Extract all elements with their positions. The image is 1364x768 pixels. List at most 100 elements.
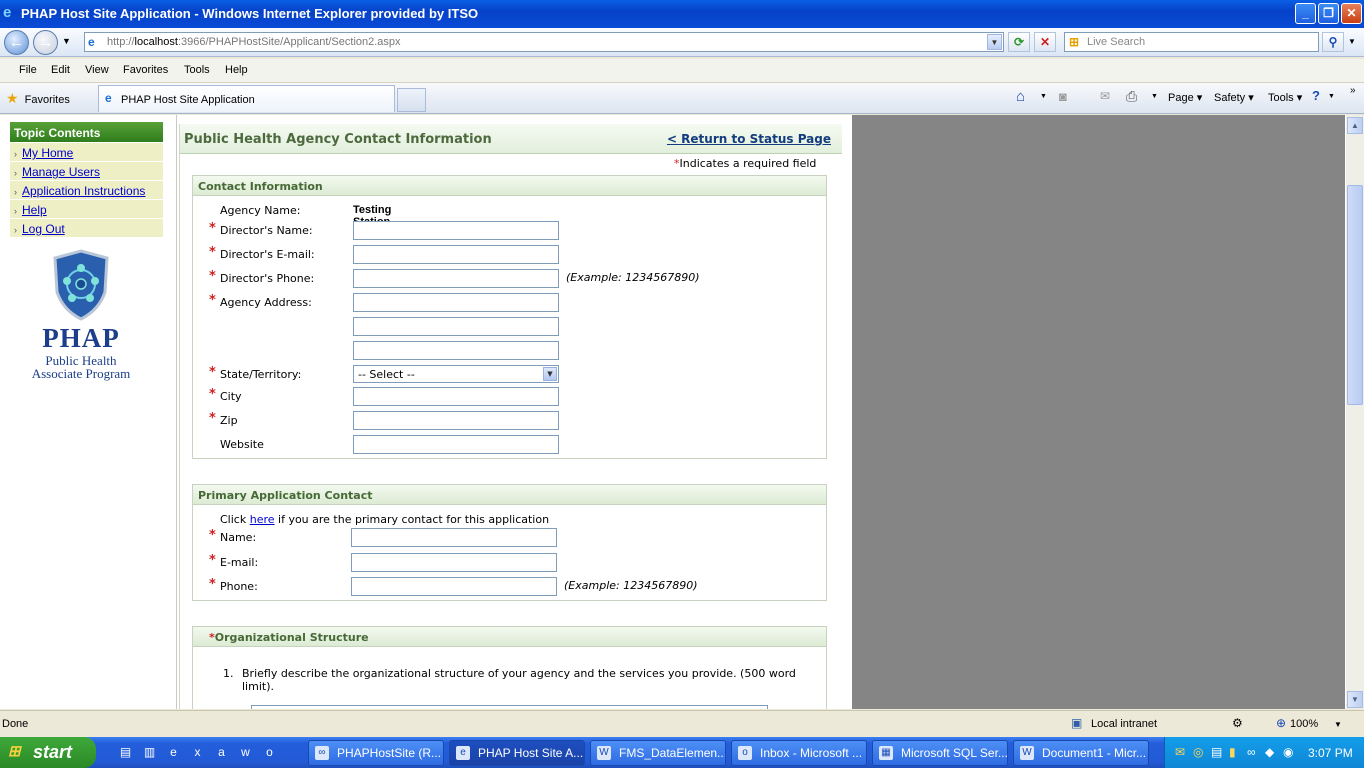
new-tab-button[interactable] xyxy=(397,88,426,112)
address-bar[interactable]: e http://localhost:3966/PHAPHostSite/App… xyxy=(84,32,1004,52)
link-my-home[interactable]: My Home xyxy=(22,146,73,160)
contact-email-input[interactable] xyxy=(351,553,557,572)
recent-pages-dropdown-icon[interactable]: ▼ xyxy=(62,36,71,46)
agency-name-label: Agency Name: xyxy=(220,204,301,217)
website-input[interactable] xyxy=(353,435,559,454)
contact-name-input[interactable] xyxy=(351,528,557,547)
tab-ie-icon: e xyxy=(105,91,112,105)
city-input[interactable] xyxy=(353,387,559,406)
close-button[interactable]: ✕ xyxy=(1341,3,1362,24)
link-application-instructions[interactable]: Application Instructions xyxy=(22,184,145,198)
page-background-gray xyxy=(852,115,1345,709)
print-dropdown-icon[interactable]: ▼ xyxy=(1151,93,1158,100)
mail-icon[interactable]: ✉ xyxy=(1100,89,1110,103)
favorites-button[interactable]: ★ Favorites xyxy=(6,90,70,107)
tools-menu[interactable]: Tools ▾ xyxy=(1268,91,1302,104)
scroll-down-icon[interactable]: ▼ xyxy=(1347,691,1363,708)
menu-help[interactable]: Help xyxy=(225,64,248,76)
search-box[interactable]: ⊞ Live Search xyxy=(1064,32,1319,52)
org-textarea[interactable] xyxy=(251,705,768,709)
link-help[interactable]: Help xyxy=(22,203,47,217)
taskbar-button-sql-server[interactable]: ▦ Microsoft SQL Ser... xyxy=(872,740,1008,766)
vertical-scrollbar[interactable]: ▲ ▼ xyxy=(1346,115,1364,709)
page-menu[interactable]: Page ▾ xyxy=(1168,91,1202,104)
minimize-button[interactable]: _ xyxy=(1295,3,1316,24)
taskbar-button-phap-host-site-app[interactable]: e PHAP Host Site A... xyxy=(449,740,585,766)
required-star: * xyxy=(209,365,216,380)
chevron-down-icon[interactable]: ▼ xyxy=(543,367,557,381)
chevron-more-icon[interactable]: » xyxy=(1350,85,1356,96)
return-to-status-link[interactable]: < Return to Status Page xyxy=(667,132,831,146)
search-options-icon[interactable]: ▼ xyxy=(1348,37,1356,46)
director-phone-input[interactable] xyxy=(353,269,559,288)
agency-address-input-2[interactable] xyxy=(353,317,559,336)
quicklaunch-excel-icon[interactable]: x xyxy=(190,745,205,760)
refresh-button[interactable]: ⟳ xyxy=(1008,32,1030,52)
scroll-up-icon[interactable]: ▲ xyxy=(1347,117,1363,134)
scroll-thumb[interactable] xyxy=(1347,185,1363,405)
contact-name-label: Name: xyxy=(220,531,257,544)
tray-outlook-icon[interactable]: ◎ xyxy=(1193,745,1203,759)
stop-button[interactable]: ✕ xyxy=(1034,32,1056,52)
taskbar-button-fms-data[interactable]: W FMS_DataElemen... xyxy=(590,740,726,766)
section-header-org: *Organizational Structure xyxy=(193,627,826,647)
status-bar: Done ▣ Local intranet ⚙ ⊕ 100% ▼ xyxy=(0,710,1364,737)
start-button[interactable]: ⊞ start xyxy=(0,737,96,768)
search-button[interactable]: ⚲ xyxy=(1322,32,1344,52)
menu-file[interactable]: File xyxy=(19,64,37,76)
home-dropdown-icon[interactable]: ▼ xyxy=(1040,93,1047,100)
taskbar-button-document1[interactable]: W Document1 - Micr... xyxy=(1013,740,1149,766)
address-dropdown-icon[interactable]: ▼ xyxy=(987,34,1002,50)
help-dropdown-icon[interactable]: ▼ xyxy=(1328,93,1335,100)
tray-sql-icon[interactable]: ▤ xyxy=(1211,745,1222,759)
director-email-input[interactable] xyxy=(353,245,559,264)
safety-menu[interactable]: Safety ▾ xyxy=(1214,91,1254,104)
tab-phap-host-site[interactable]: e PHAP Host Site Application xyxy=(98,85,395,112)
link-log-out[interactable]: Log Out xyxy=(22,222,65,236)
required-star: * xyxy=(209,553,216,568)
quicklaunch-folder-icon[interactable]: ▥ xyxy=(142,745,157,760)
zoom-level[interactable]: 100% xyxy=(1290,718,1318,730)
feeds-icon[interactable]: ◙ xyxy=(1059,89,1067,104)
state-select[interactable]: -- Select -- ▼ xyxy=(353,365,559,383)
quicklaunch-access-icon[interactable]: a xyxy=(214,745,229,760)
menu-tools[interactable]: Tools xyxy=(184,64,210,76)
forward-button[interactable]: → xyxy=(33,30,58,55)
director-name-input[interactable] xyxy=(353,221,559,240)
zone-text: Local intranet xyxy=(1091,718,1158,730)
taskbar-button-inbox[interactable]: o Inbox - Microsoft ... xyxy=(731,740,867,766)
quicklaunch-outlook-icon[interactable]: o xyxy=(262,745,277,760)
intranet-icon: ▣ xyxy=(1071,716,1083,730)
quicklaunch-word-icon[interactable]: w xyxy=(238,745,253,760)
quicklaunch-ie-icon[interactable]: e xyxy=(166,745,181,760)
agency-address-input-3[interactable] xyxy=(353,341,559,360)
director-email-label: Director's E-mail: xyxy=(220,248,315,261)
menu-favorites[interactable]: Favorites xyxy=(123,64,168,76)
contact-phone-input[interactable] xyxy=(351,577,557,596)
required-star: * xyxy=(209,528,216,543)
help-icon[interactable]: ? xyxy=(1312,88,1320,103)
maximize-button[interactable]: ❐ xyxy=(1318,3,1339,24)
zoom-icon[interactable]: ⊕ xyxy=(1276,716,1286,730)
home-icon[interactable]: ⌂ xyxy=(1016,88,1025,105)
tray-volume-icon[interactable]: ◆ xyxy=(1265,745,1274,759)
tray-update-icon[interactable]: ◉ xyxy=(1283,745,1293,759)
agency-address-input-1[interactable] xyxy=(353,293,559,312)
tray-shield-icon[interactable]: ▮ xyxy=(1229,745,1236,759)
print-icon[interactable]: ⎙ xyxy=(1126,88,1137,105)
protected-mode-icon[interactable]: ⚙ xyxy=(1232,716,1243,730)
quicklaunch-desktop-icon[interactable]: ▤ xyxy=(118,745,133,760)
here-link[interactable]: here xyxy=(250,513,275,526)
chevron-right-icon: › xyxy=(14,206,17,216)
tray-mail-icon[interactable]: ✉ xyxy=(1175,745,1185,759)
taskbar-button-phaphostsite[interactable]: ∞ PHAPHostSite (R... xyxy=(308,740,444,766)
menu-view[interactable]: View xyxy=(85,64,109,76)
link-manage-users[interactable]: Manage Users xyxy=(22,165,100,179)
zip-input[interactable] xyxy=(353,411,559,430)
zoom-dropdown-icon[interactable]: ▼ xyxy=(1334,720,1342,729)
tray-network-icon[interactable]: ∞ xyxy=(1247,745,1256,759)
start-label: start xyxy=(33,742,73,762)
back-button[interactable]: ← xyxy=(4,30,29,55)
taskbar: ⊞ start ▤ ▥ e x a w o ∞ PHAPHostSite (R..… xyxy=(0,737,1364,768)
menu-edit[interactable]: Edit xyxy=(51,64,70,76)
